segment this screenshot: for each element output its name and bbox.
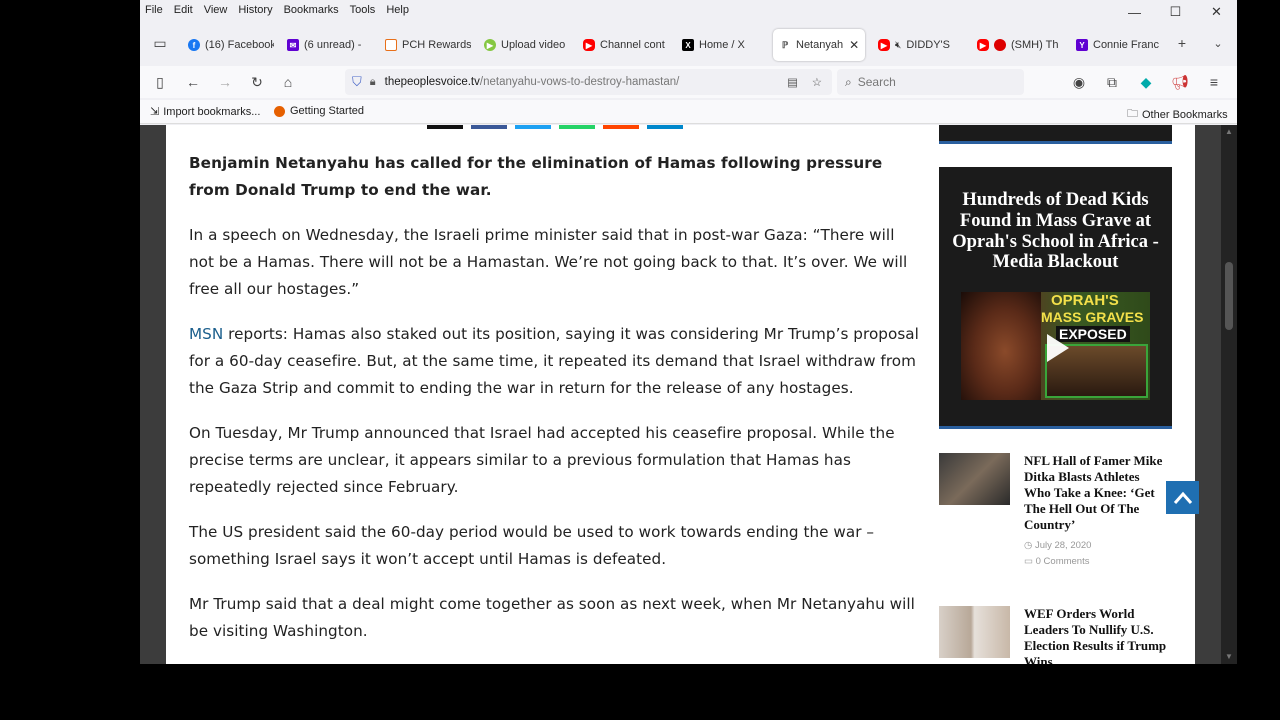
menu-bookmarks[interactable]: Bookmarks [284,4,339,16]
menu-edit[interactable]: Edit [174,4,193,16]
other-bookmarks[interactable]: 🗀 Other Bookmarks [1127,105,1228,124]
tab-label: Netanyah [796,39,844,51]
tab-label: (SMH) Th [1011,39,1059,51]
menu-tools[interactable]: Tools [350,4,376,16]
tab-label: Connie Franc [1093,39,1160,51]
tab-label: (6 unread) - [304,39,362,51]
menu-hamburger-icon[interactable]: ≡ [1204,72,1224,92]
tab-connie[interactable]: Y Connie Franc [1070,29,1162,61]
home-icon[interactable]: ⌂ [278,72,298,92]
youtube-icon: ▶ [977,39,989,51]
firefox-icon [274,105,285,117]
facebook-icon: f [188,39,200,51]
navigation-bar: ▯ ← → ↻ ⌂ ⛉ 🔒︎ thepeoplesvoice.tv/netany… [140,66,1237,98]
bookmark-star-icon[interactable]: ☆ [812,75,822,89]
maximize-icon[interactable]: ☐ [1155,0,1196,24]
bookmarks-toolbar: ⇲ Import bookmarks... Getting Started 🗀 Ot… [140,100,1237,124]
tab-label: PCH Rewards [402,39,471,51]
import-bookmarks[interactable]: ⇲ Import bookmarks... [150,105,261,119]
getting-started-label: Getting Started [290,105,364,117]
folder-icon: 🗀 [1127,108,1138,120]
rumble-icon: ▶ [484,39,496,51]
tab-label: (16) Facebook [205,39,274,51]
yahoo-icon: Y [1076,39,1088,51]
record-icon [994,39,1006,51]
menu-history[interactable]: History [238,4,272,16]
reload-icon[interactable]: ↻ [247,72,267,92]
minimize-icon[interactable]: — [1114,0,1155,24]
scroll-to-top-button[interactable] [1166,481,1199,514]
search-icon: ⌕ [845,74,852,89]
close-window-icon[interactable]: ✕ [1196,0,1237,24]
tab-label: Upload video [501,39,566,51]
shield-icon[interactable]: ⛉ [352,74,362,90]
back-icon[interactable]: ← [183,72,203,92]
account-icon[interactable]: ◉ [1069,72,1089,92]
youtube-icon: ▶ [583,39,595,51]
pch-icon [385,39,397,51]
other-bookmarks-label: Other Bookmarks [1142,108,1228,121]
tab-facebook[interactable]: f (16) Facebook [182,29,274,61]
youtube-icon: ▶ [878,39,890,51]
tab-x[interactable]: X Home / X [676,29,768,61]
url-path: /netanyahu-vows-to-destroy-hamastan/ [479,76,680,88]
tab-label: Channel cont [600,39,665,51]
menu-bar: File Edit View History Bookmarks Tools H… [140,0,1237,20]
tab-strip: ▭ f (16) Facebook ✉ (6 unread) - PCH Rewar… [140,26,1237,64]
menu-file[interactable]: File [145,4,163,16]
window-controls: — ☐ ✕ [1114,0,1237,24]
megaphone-icon[interactable]: 📢︎ [1170,72,1190,92]
site-icon: ℙ [779,39,791,51]
tab-upload[interactable]: ▶ Upload video [478,29,570,61]
import-label: Import bookmarks... [163,105,261,118]
tab-netanyahu[interactable]: ℙ Netanyah ✕ [773,29,865,61]
search-input[interactable]: ⌕ Search [837,69,1024,95]
tab-mail[interactable]: ✉ (6 unread) - [281,29,373,61]
yahoo-mail-icon: ✉ [287,39,299,51]
extensions-icon[interactable]: ⧉ [1102,72,1122,92]
tab-pch[interactable]: PCH Rewards [379,29,471,61]
sidebar-icon[interactable]: ▯ [150,72,170,92]
browser-window: File Edit View History Bookmarks Tools H… [140,0,1237,664]
import-icon: ⇲ [150,106,160,118]
lock-icon[interactable]: 🔒︎ [370,76,376,89]
tab-label: DIDDY'S [906,39,950,51]
close-tab-icon[interactable]: ✕ [849,38,859,52]
menu-help[interactable]: Help [386,4,409,16]
getting-started-bookmark[interactable]: Getting Started [274,105,364,117]
mute-icon[interactable]: 🔇︎ [895,40,901,51]
reader-view-icon[interactable]: ▤ [787,75,798,89]
chevron-up-icon [1173,491,1192,504]
x-icon: X [682,39,694,51]
menu-view[interactable]: View [204,4,228,16]
new-tab-icon[interactable]: + [1172,33,1192,53]
tab-smh[interactable]: ▶ (SMH) Th [971,29,1063,61]
forward-icon[interactable]: → [215,72,235,92]
url-domain: thepeoplesvoice.tv [384,76,480,88]
extension-icon[interactable]: ◆ [1136,72,1156,92]
tab-diddy[interactable]: ▶ 🔇︎ DIDDY'S [872,29,964,61]
tab-overflow-icon[interactable]: ⌄ [1208,33,1228,53]
tab-channel[interactable]: ▶ Channel cont [577,29,669,61]
url-bar[interactable]: ⛉ 🔒︎ thepeoplesvoice.tv/netanyahu-vows-t… [345,69,832,95]
search-placeholder: Search [857,75,896,89]
tab-label: Home / X [699,39,745,51]
tab-list-icon[interactable]: ▭ [150,33,170,53]
